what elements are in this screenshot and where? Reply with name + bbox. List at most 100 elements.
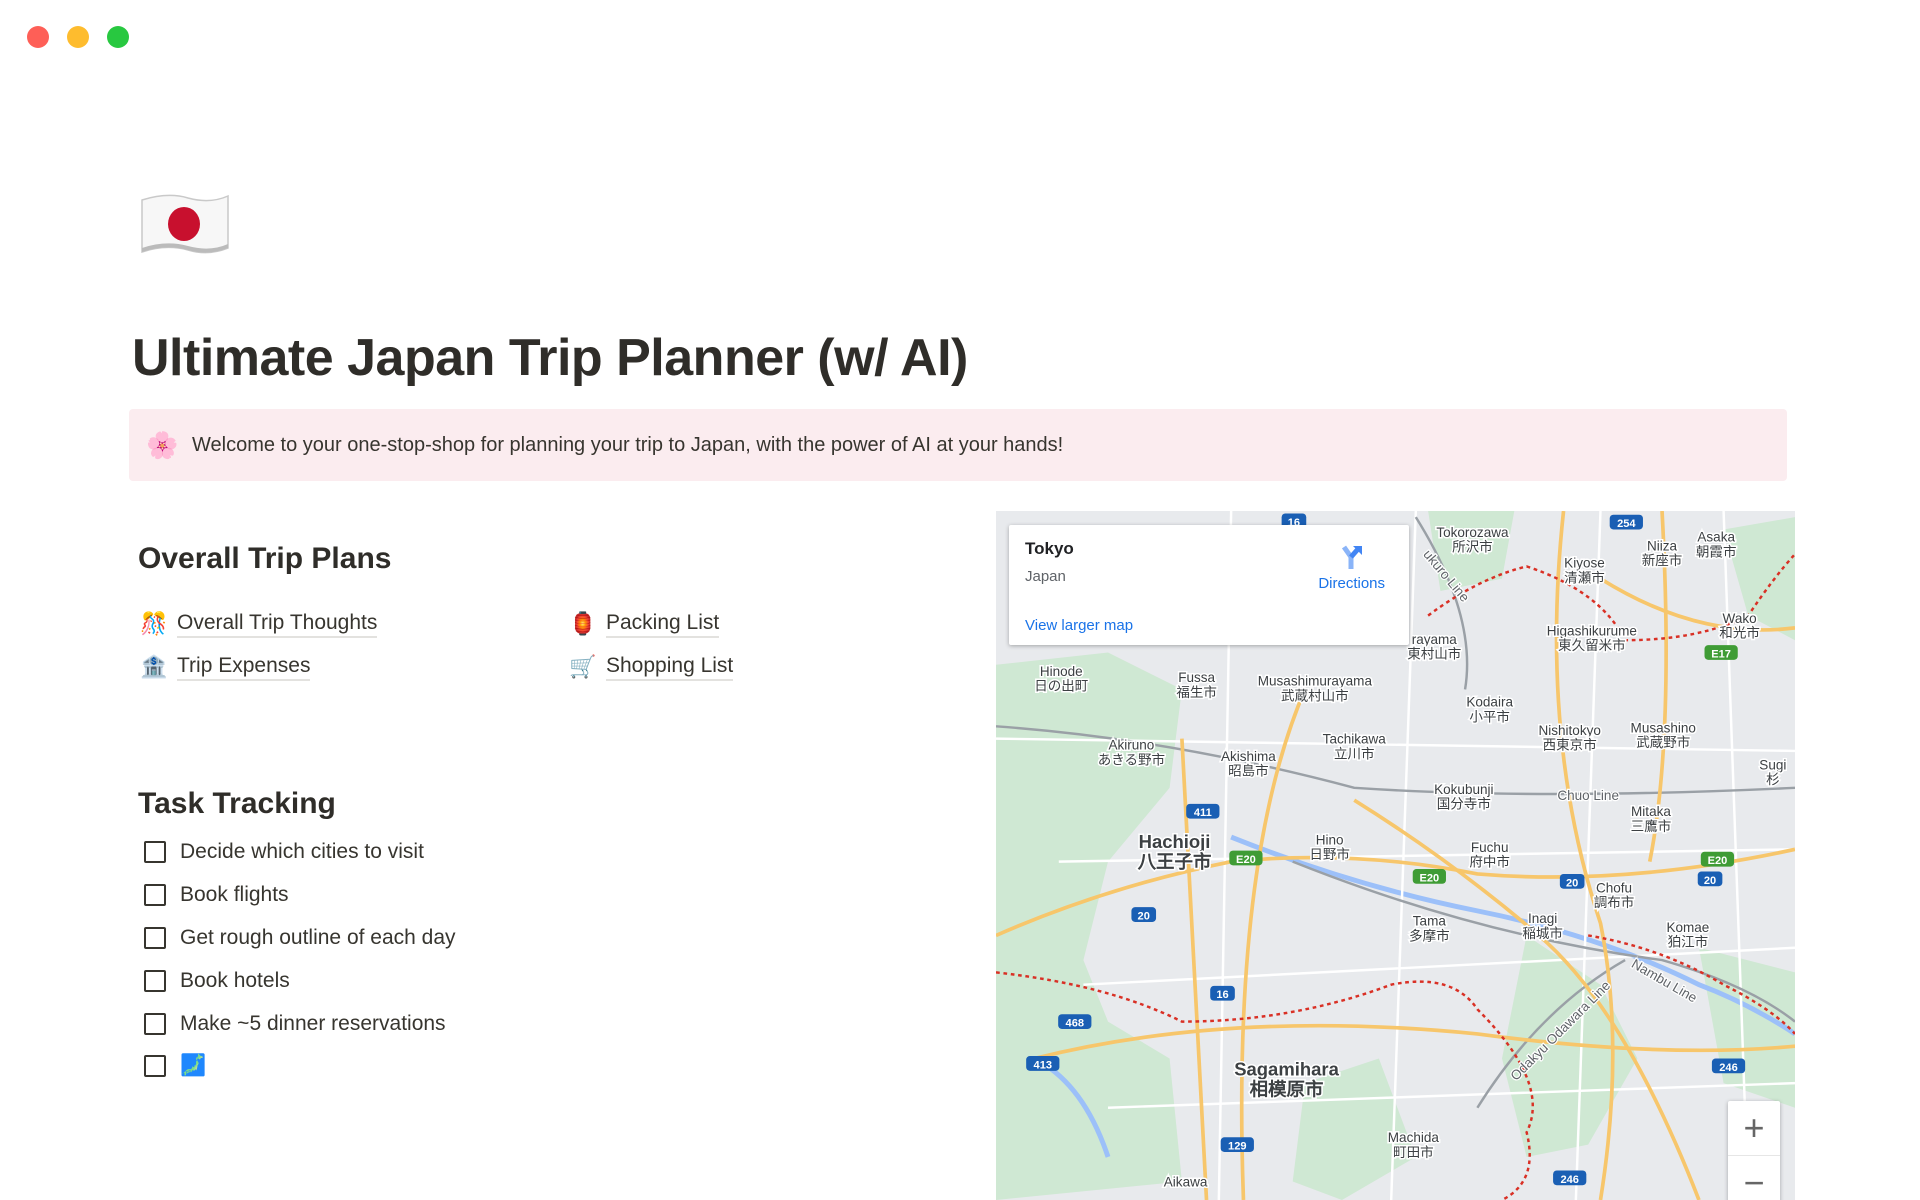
zoom-in-button[interactable]: + (1728, 1101, 1780, 1155)
place-label: Aikawa (1164, 1174, 1208, 1189)
road-shield: E20 (1229, 850, 1263, 866)
place-label: Inagi (1528, 911, 1557, 926)
place-label-ja: 小平市 (1469, 708, 1510, 724)
place-label-ja: 調布市 (1594, 894, 1635, 910)
embedded-google-map[interactable]: 16 254 E17 411 E20 20 E20 20 20 E20 16 468 413 129 246… (996, 511, 1795, 1200)
task-item: Get rough outline of each day (144, 926, 456, 950)
task-checkbox[interactable] (144, 970, 166, 992)
road-shield: E17 (1704, 645, 1738, 660)
place-label: Komae (1666, 920, 1709, 935)
task-checkbox[interactable] (144, 841, 166, 863)
place-label-ja: 和光市 (1719, 625, 1760, 641)
task-label: Get rough outline of each day (180, 926, 456, 949)
zoom-out-button[interactable]: − (1728, 1155, 1780, 1200)
road-shield: 20 (1131, 907, 1157, 922)
task-checkbox[interactable] (144, 884, 166, 906)
place-label: Tama (1413, 914, 1447, 929)
task-label: Decide which cities to visit (180, 840, 424, 863)
svg-text:246: 246 (1560, 1174, 1578, 1186)
svg-text:413: 413 (1034, 1059, 1052, 1071)
svg-text:E17: E17 (1711, 648, 1731, 660)
page-title: Ultimate Japan Trip Planner (w/ AI) (132, 329, 968, 387)
svg-text:E20: E20 (1420, 872, 1440, 884)
map-zoom-controls: + − (1728, 1101, 1780, 1200)
svg-text:20: 20 (1138, 910, 1150, 922)
link-label: Shopping List (606, 653, 734, 681)
task-tracking-heading: Task Tracking (138, 787, 336, 820)
place-label: Tokorozawa (1436, 525, 1509, 540)
place-label: Machida (1388, 1130, 1440, 1145)
svg-text:20: 20 (1704, 875, 1716, 887)
window-minimize-button[interactable] (67, 26, 89, 48)
place-label-ja: あきる野市 (1098, 751, 1165, 767)
overall-trip-plans-heading: Overall Trip Plans (138, 542, 392, 575)
place-label: Fuchu (1471, 840, 1509, 855)
place-label: rayama (1412, 632, 1458, 647)
view-larger-map-link[interactable]: View larger map (1025, 617, 1133, 634)
place-label-ja: 杉 (1766, 772, 1780, 787)
task-item: 🗾 (144, 1054, 206, 1078)
link-trip-expenses[interactable]: 🏦 Trip Expenses (139, 653, 311, 681)
place-label: Hino (1316, 832, 1344, 847)
svg-text:254: 254 (1617, 518, 1636, 530)
road-shield: 129 (1220, 1137, 1254, 1153)
task-checkbox[interactable] (144, 927, 166, 949)
place-label: Higashikurume (1547, 623, 1637, 638)
road-shield: 246 (1553, 1170, 1587, 1186)
svg-text:129: 129 (1228, 1141, 1246, 1153)
window-maximize-button[interactable] (107, 26, 129, 48)
place-country: Japan (1025, 568, 1066, 585)
place-label: Kokubunji (1434, 782, 1493, 797)
place-label-ja: 稲城市 (1522, 925, 1563, 941)
place-label: Mitaka (1631, 804, 1671, 819)
task-item: Book hotels (144, 969, 290, 993)
place-label-ja: 狛江市 (1668, 934, 1709, 950)
place-label: Fussa (1178, 670, 1215, 685)
place-label-ja: 昭島市 (1228, 763, 1269, 779)
place-label-ja: 清瀬市 (1564, 569, 1605, 585)
link-overall-trip-thoughts[interactable]: 🎊 Overall Trip Thoughts (139, 610, 378, 638)
link-packing-list[interactable]: 🏮 Packing List (568, 610, 720, 638)
place-label: Hachioji (1139, 831, 1211, 852)
svg-text:411: 411 (1194, 807, 1212, 819)
place-label-ja: 立川市 (1334, 745, 1375, 761)
svg-text:246: 246 (1719, 1062, 1737, 1074)
place-label: Hinode (1040, 664, 1083, 679)
road-shield: 468 (1058, 1014, 1092, 1030)
task-label: Make ~5 dinner reservations (180, 1012, 446, 1035)
directions-button[interactable]: Directions (1318, 543, 1385, 592)
place-label: Musashimurayama (1258, 674, 1373, 689)
link-label: Overall Trip Thoughts (177, 610, 378, 638)
place-label-ja: 西東京市 (1543, 737, 1597, 753)
task-label: Book hotels (180, 969, 290, 992)
task-item: Book flights (144, 883, 289, 907)
road-shield: 413 (1026, 1056, 1060, 1071)
callout-text: Welcome to your one-stop-shop for planni… (192, 433, 1064, 456)
task-checkbox[interactable] (144, 1013, 166, 1035)
place-label-ja: 八王子市 (1138, 851, 1212, 872)
svg-text:E20: E20 (1708, 855, 1728, 867)
place-label: Kodaira (1466, 695, 1513, 710)
road-shield: 20 (1697, 871, 1723, 887)
directions-icon (1341, 545, 1362, 569)
task-item: Make ~5 dinner reservations (144, 1012, 446, 1036)
place-label: Nishitokyo (1539, 723, 1601, 738)
place-label-ja: 東村山市 (1407, 646, 1461, 662)
place-label-ja: 相模原市 (1250, 1078, 1324, 1099)
window-close-button[interactable] (27, 26, 49, 48)
place-label-ja: 所沢市 (1452, 539, 1493, 555)
place-label: Niiza (1647, 538, 1678, 553)
task-label: Book flights (180, 883, 289, 906)
place-label: Sugi (1759, 757, 1786, 772)
place-label: Tachikawa (1323, 732, 1387, 747)
svg-text:E20: E20 (1236, 854, 1256, 866)
place-label-ja: 武蔵野市 (1636, 734, 1690, 750)
link-label: Packing List (606, 610, 720, 638)
place-label-ja: 新座市 (1642, 552, 1683, 568)
svg-text:20: 20 (1566, 877, 1578, 889)
place-label-ja: 武蔵村山市 (1281, 687, 1349, 703)
task-checkbox[interactable] (144, 1055, 166, 1077)
task-item: Decide which cities to visit (144, 840, 424, 864)
link-shopping-list[interactable]: 🛒 Shopping List (568, 653, 734, 681)
place-label-ja: 多摩市 (1409, 927, 1450, 943)
